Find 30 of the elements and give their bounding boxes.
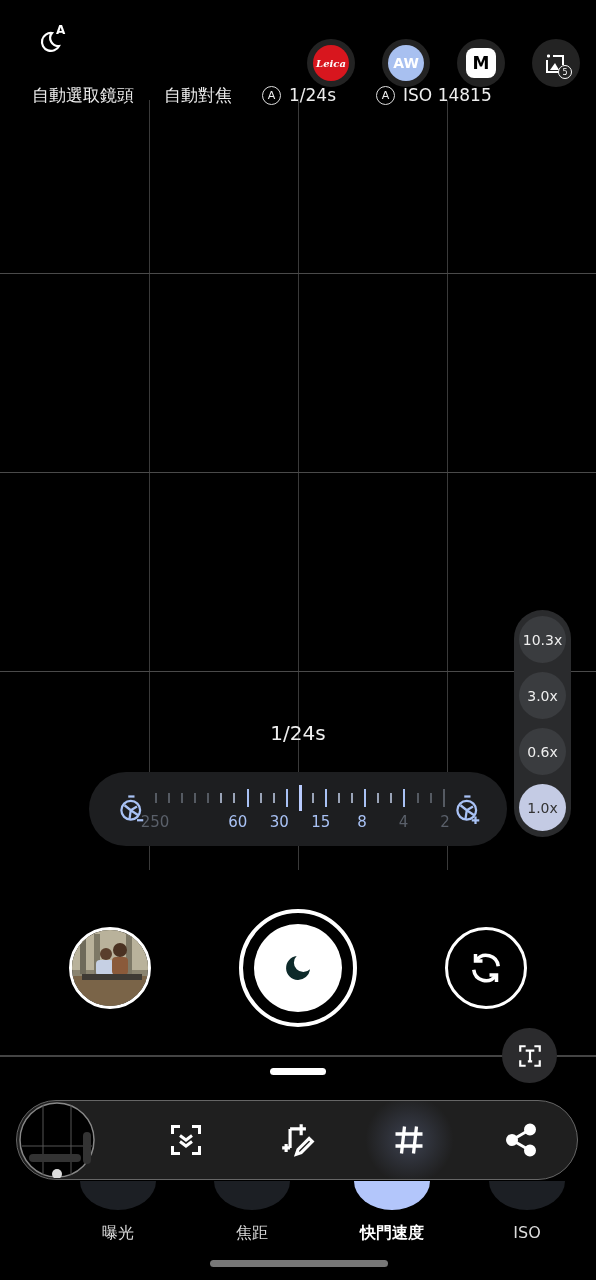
shutter-dial[interactable]: 250 60 30 15 8 4 2 xyxy=(89,772,507,846)
text-scan-button[interactable] xyxy=(502,1028,557,1083)
setting-label[interactable]: 自動選取鏡頭 xyxy=(32,83,134,107)
dial-label: 30 xyxy=(269,813,289,831)
switch-camera-button[interactable] xyxy=(445,926,527,1009)
setting-value[interactable]: ISO 14815 xyxy=(403,85,492,105)
mode-label[interactable]: ISO xyxy=(513,1223,541,1242)
shutter-button[interactable] xyxy=(239,908,357,1027)
setting-value[interactable]: 1/24s xyxy=(289,85,337,105)
mode-label[interactable]: 曝光 xyxy=(102,1223,134,1244)
dial-label: 4 xyxy=(398,813,409,831)
zoom-button[interactable]: 1.0x xyxy=(519,784,566,831)
zoom-button[interactable]: 10.3x xyxy=(519,616,566,663)
text-scan-icon xyxy=(516,1042,543,1069)
leica-button[interactable]: Leica xyxy=(307,39,355,87)
dial-label: 8 xyxy=(357,813,367,831)
mode-label[interactable]: 快門速度 xyxy=(360,1223,424,1244)
mode-button[interactable]: M xyxy=(457,39,505,87)
drag-handle[interactable] xyxy=(270,1068,326,1075)
zoom-button[interactable]: 0.6x xyxy=(519,728,566,775)
setting-label[interactable]: 自動對焦 xyxy=(164,83,232,107)
dial-label: 60 xyxy=(228,813,248,831)
mode-label[interactable]: 焦距 xyxy=(236,1223,268,1244)
frames-button[interactable]: 5 xyxy=(532,39,580,87)
shutter-reading: 1/24s xyxy=(269,721,327,745)
dial-label: 250 xyxy=(140,813,170,831)
zoom-button[interactable]: 3.0x xyxy=(519,672,566,719)
dial-label: 2 xyxy=(440,813,450,831)
dial-label: 15 xyxy=(311,813,331,831)
night-mode-button[interactable]: A xyxy=(38,26,66,54)
